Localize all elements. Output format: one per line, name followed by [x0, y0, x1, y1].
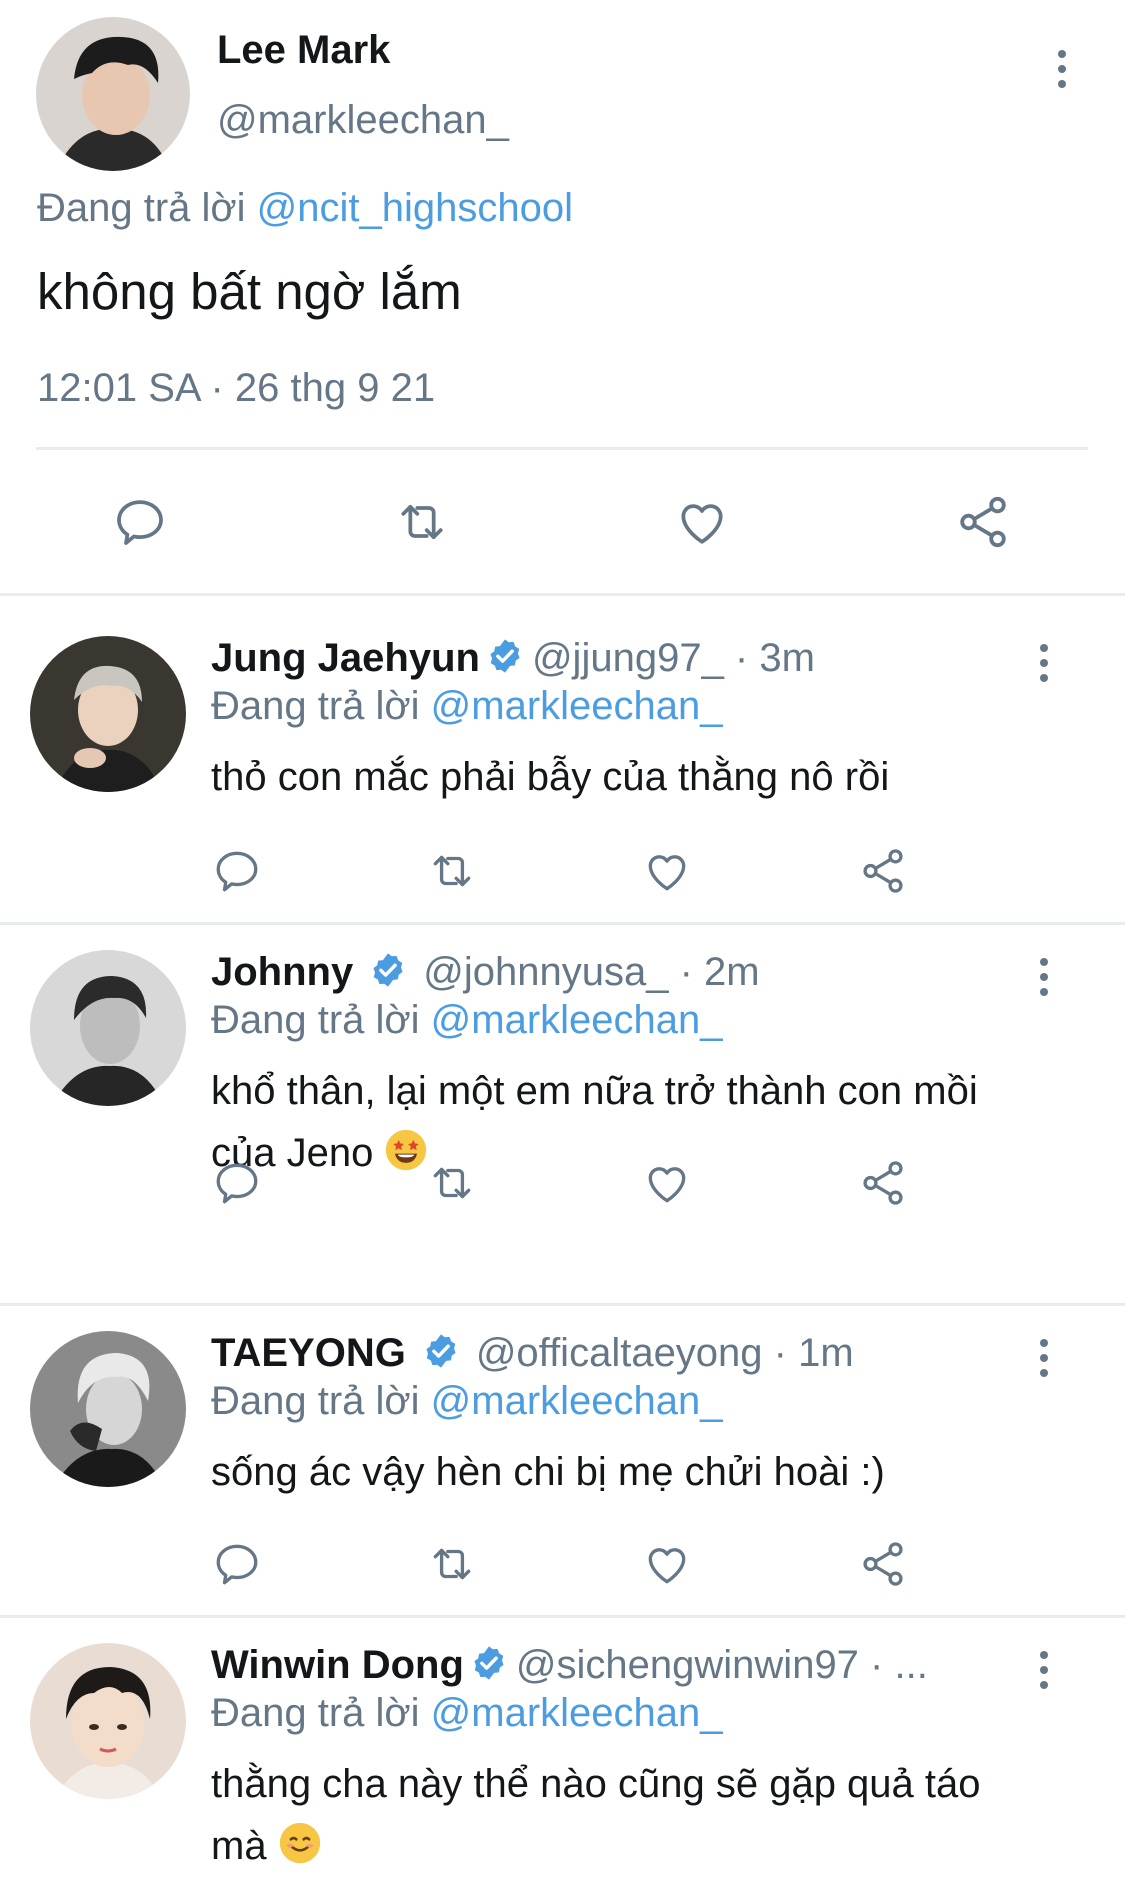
reply-author-name[interactable]: Winwin Dong: [211, 1643, 464, 1687]
reply-tweet[interactable]: Jung Jaehyun @jjung97_ · 3m Đang trả lời …: [0, 626, 1125, 926]
reply-icon: [216, 1163, 258, 1204]
replying-to-link[interactable]: @ncit_highschool: [257, 186, 573, 230]
like-button[interactable]: [638, 1537, 696, 1591]
verified-badge-icon: [373, 953, 403, 987]
reply-author-handle[interactable]: @johnnyusa_: [423, 950, 668, 994]
more-options-icon[interactable]: [1034, 644, 1054, 682]
tweet-text: không bất ngờ lắm: [37, 263, 462, 320]
retweet-button[interactable]: [390, 492, 454, 552]
replying-to-line: Đang trả lời @ncit_highschool: [37, 186, 573, 231]
reply-icon: [216, 1544, 258, 1585]
verified-badge-icon: [474, 1646, 504, 1680]
reply-avatar[interactable]: [30, 1331, 186, 1487]
like-button[interactable]: [638, 1156, 696, 1210]
main-actions-divider: [36, 447, 1088, 450]
author-name[interactable]: Lee Mark: [217, 28, 390, 73]
reply-time: · 2m: [668, 950, 760, 994]
more-options-icon[interactable]: [1034, 958, 1054, 996]
more-options-icon[interactable]: [1052, 50, 1072, 88]
reply-header: TAEYONG @officaltaeyong · 1m: [211, 1331, 1011, 1376]
replying-prefix: Đang trả lời: [211, 1691, 420, 1735]
like-button[interactable]: [672, 492, 732, 552]
share-button[interactable]: [854, 844, 912, 898]
reply-time: · ...: [858, 1643, 928, 1687]
reply-time: · 1m: [762, 1331, 854, 1375]
reply-author-name[interactable]: Johnny: [211, 950, 353, 994]
reply-author-name[interactable]: TAEYONG: [211, 1331, 406, 1375]
more-options-icon[interactable]: [1034, 1651, 1054, 1689]
section-divider: [0, 593, 1125, 596]
reply-author-handle[interactable]: @jjung97_: [532, 636, 724, 680]
reply-button[interactable]: [208, 1156, 266, 1210]
retweet-icon: [433, 855, 471, 887]
replying-to-link[interactable]: @markleechan_: [431, 1379, 723, 1423]
verified-badge-icon: [426, 1334, 456, 1368]
like-icon: [648, 855, 686, 891]
like-icon: [648, 1548, 686, 1584]
reply-tweet[interactable]: Johnny @johnnyusa_ · 2m Đang trả lời @mar…: [0, 940, 1125, 1300]
replying-to-line: Đang trả lời @markleechan_: [211, 998, 723, 1043]
reply-header: Jung Jaehyun @jjung97_ · 3m: [211, 636, 1011, 681]
section-divider: [0, 1303, 1125, 1306]
replying-to-link[interactable]: @markleechan_: [431, 1691, 723, 1735]
retweet-icon: [433, 1167, 471, 1199]
like-button[interactable]: [638, 844, 696, 898]
tweet-timestamp: 12:01 SA · 26 thg 9 21: [37, 366, 436, 410]
reply-icon: [117, 500, 163, 545]
retweet-button[interactable]: [422, 1537, 482, 1591]
section-divider: [0, 1615, 1125, 1618]
like-icon: [648, 1167, 686, 1203]
author-handle[interactable]: @markleechan_: [217, 98, 509, 143]
replying-to-link[interactable]: @markleechan_: [431, 998, 723, 1042]
main-tweet: Lee Mark @markleechan_ Đang trả lời @nci…: [0, 0, 1125, 600]
retweet-button[interactable]: [422, 1156, 482, 1210]
section-divider: [0, 922, 1125, 925]
reply-button[interactable]: [110, 492, 170, 552]
reply-avatar[interactable]: [30, 950, 186, 1106]
share-icon: [863, 849, 903, 893]
replying-to-line: Đang trả lời @markleechan_: [211, 1691, 723, 1736]
reply-avatar[interactable]: [30, 636, 186, 792]
reply-icon: [216, 851, 258, 892]
smiling-emoji: [279, 1822, 320, 1864]
more-options-icon[interactable]: [1034, 1339, 1054, 1377]
reply-button[interactable]: [208, 844, 266, 898]
reply-text-content: thỏ con mắc phải bẫy của thằng nô rồi: [211, 755, 890, 799]
share-icon: [863, 1161, 903, 1205]
replying-prefix: Đang trả lời: [37, 186, 246, 230]
retweet-icon: [401, 504, 443, 540]
reply-text-content: sống ác vậy hèn chi bị mẹ chửi hoài :): [211, 1450, 885, 1494]
replying-to-link[interactable]: @markleechan_: [431, 684, 723, 728]
like-icon: [681, 504, 723, 544]
reply-author-handle[interactable]: @sichengwinwin97: [516, 1643, 859, 1687]
reply-button[interactable]: [208, 1537, 266, 1591]
author-avatar[interactable]: [36, 17, 190, 171]
share-button[interactable]: [952, 492, 1014, 552]
reply-text: thằng cha này thể nào cũng sẽ gặp quả tá…: [211, 1753, 1011, 1877]
replying-to-line: Đang trả lời @markleechan_: [211, 1379, 723, 1424]
reply-text: sống ác vậy hèn chi bị mẹ chửi hoài :): [211, 1441, 1031, 1503]
reply-author-name[interactable]: Jung Jaehyun: [211, 636, 480, 680]
retweet-icon: [433, 1548, 471, 1580]
verified-badge-icon: [490, 639, 520, 673]
reply-time: · 3m: [723, 636, 815, 680]
share-button[interactable]: [854, 1537, 912, 1591]
reply-text-content: thằng cha này thể nào cũng sẽ gặp quả tá…: [211, 1762, 981, 1868]
reply-avatar[interactable]: [30, 1643, 186, 1799]
reply-tweet[interactable]: TAEYONG @officaltaeyong · 1m Đang trả lời…: [0, 1321, 1125, 1621]
reply-tweet[interactable]: Winwin Dong @sichengwinwin97 · ... Đang t…: [0, 1633, 1125, 1888]
share-button[interactable]: [854, 1156, 912, 1210]
replying-to-line: Đang trả lời @markleechan_: [211, 684, 723, 729]
replying-prefix: Đang trả lời: [211, 998, 420, 1042]
reply-text: thỏ con mắc phải bẫy của thằng nô rồi: [211, 746, 1031, 808]
share-icon: [960, 496, 1006, 548]
replying-prefix: Đang trả lời: [211, 684, 420, 728]
reply-header: Johnny @johnnyusa_ · 2m: [211, 950, 1011, 995]
replying-prefix: Đang trả lời: [211, 1379, 420, 1423]
reply-header: Winwin Dong @sichengwinwin97 · ...: [211, 1643, 991, 1688]
share-icon: [863, 1542, 903, 1586]
retweet-button[interactable]: [422, 844, 482, 898]
reply-author-handle[interactable]: @officaltaeyong: [476, 1331, 763, 1375]
